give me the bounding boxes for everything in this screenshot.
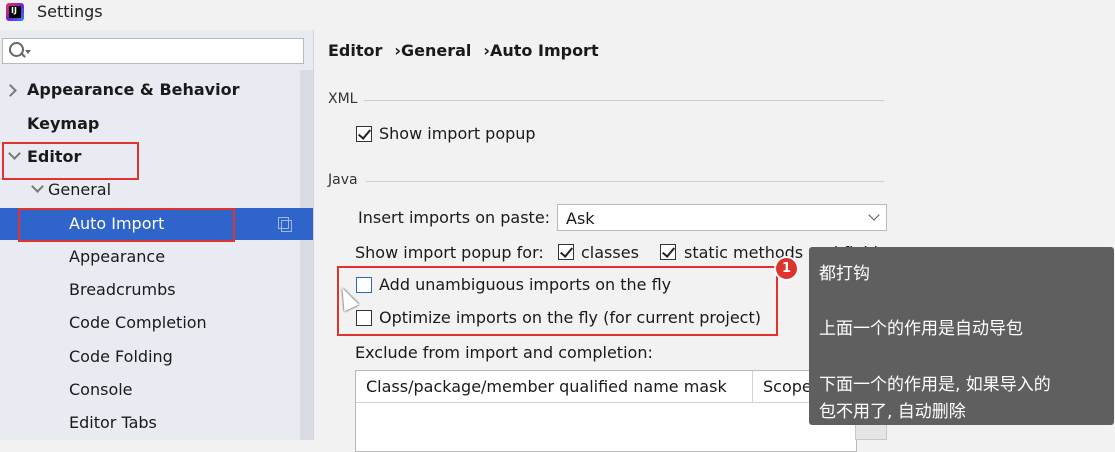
java-divider xyxy=(366,181,884,182)
auto-import-highlight-box xyxy=(18,208,235,242)
insert-imports-on-paste-value: Ask xyxy=(566,209,595,228)
classes-checkbox[interactable] xyxy=(558,244,574,260)
sidebar-item-general[interactable]: General xyxy=(48,175,111,205)
sidebar-item-code-folding[interactable]: Code Folding xyxy=(69,342,173,372)
intellij-app-icon: IJ xyxy=(6,3,24,21)
annotation-tooltip: 都打钩 上面一个的作用是自动导包 下面一个的作用是, 如果导入的 包不用了, 自… xyxy=(809,247,1114,425)
search-icon[interactable] xyxy=(9,42,24,57)
table-header-mask[interactable]: Class/package/member qualified name mask xyxy=(356,371,753,403)
java-section-label: Java xyxy=(328,172,358,188)
breadcrumb-editor: Editor xyxy=(328,41,383,60)
show-import-popup-for-label: Show import popup for: xyxy=(355,243,544,262)
window-title: Settings xyxy=(37,2,103,21)
sidebar-item-breadcrumbs[interactable]: Breadcrumbs xyxy=(69,275,176,305)
insert-imports-on-paste-label: Insert imports on paste: xyxy=(358,208,551,227)
search-input[interactable] xyxy=(33,41,297,63)
annotation-line: 上面一个的作用是自动导包 xyxy=(819,319,1023,339)
sidebar-item-keymap[interactable]: Keymap xyxy=(27,109,99,139)
project-copy-icon xyxy=(278,217,292,232)
annotation-line: 都打钩 xyxy=(819,264,870,284)
chevron-down-icon xyxy=(868,209,880,221)
sidebar-item-code-completion[interactable]: Code Completion xyxy=(69,308,207,338)
search-box[interactable] xyxy=(2,38,304,64)
search-options-caret-icon[interactable] xyxy=(25,50,31,54)
insert-imports-on-paste-select[interactable]: Ask xyxy=(557,204,887,231)
show-import-popup-label[interactable]: Show import popup xyxy=(379,124,536,143)
static-methods-checkbox[interactable] xyxy=(660,244,676,260)
annotation-badge: 1 xyxy=(774,256,799,281)
xml-divider xyxy=(364,100,884,101)
classes-label[interactable]: classes xyxy=(581,243,639,262)
annotation-line: 下面一个的作用是, 如果导入的 xyxy=(819,375,1051,395)
breadcrumb-separator-icon: › xyxy=(394,41,401,60)
window-titlebar: IJ Settings xyxy=(0,0,1115,26)
annotation-line: 包不用了, 自动删除 xyxy=(819,402,966,422)
settings-sidebar: Appearance & Behavior Keymap Editor Gene… xyxy=(0,30,314,440)
breadcrumb: Editor ›General ›Auto Import xyxy=(328,41,599,60)
sidebar-item-editor-tabs[interactable]: Editor Tabs xyxy=(69,408,157,438)
chevron-right-icon[interactable] xyxy=(4,84,17,97)
xml-section-label: XML xyxy=(328,91,358,107)
exclude-label: Exclude from import and completion: xyxy=(355,343,653,362)
breadcrumb-auto-import: Auto Import xyxy=(490,41,599,60)
breadcrumb-general: General xyxy=(401,41,472,60)
show-import-popup-checkbox[interactable] xyxy=(356,126,372,142)
sidebar-item-console[interactable]: Console xyxy=(69,375,133,405)
breadcrumb-separator-icon: › xyxy=(483,41,490,60)
sidebar-item-appearance[interactable]: Appearance xyxy=(69,242,165,272)
imports-highlight-box xyxy=(337,266,778,336)
sidebar-item-appearance-behavior[interactable]: Appearance & Behavior xyxy=(27,75,239,105)
sidebar-scrollbar[interactable] xyxy=(300,70,313,440)
chevron-down-icon[interactable] xyxy=(31,180,44,193)
